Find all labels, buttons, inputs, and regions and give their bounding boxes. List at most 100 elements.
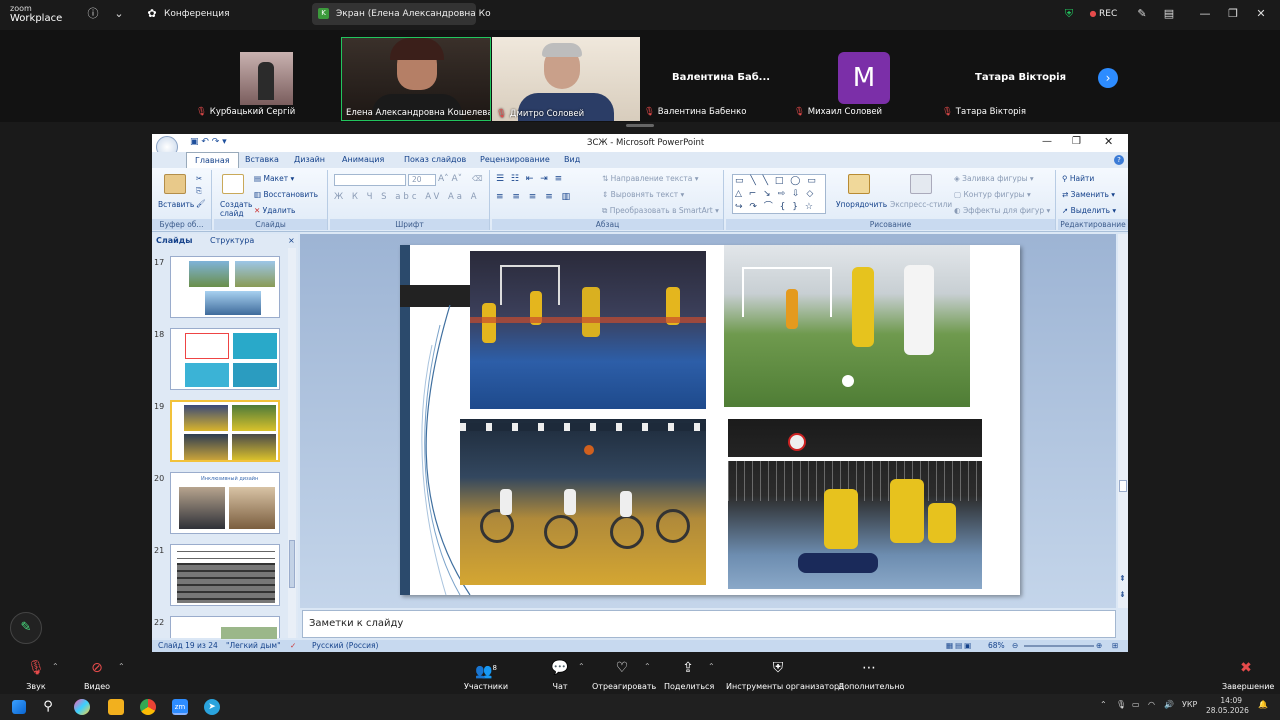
paste-button[interactable]: Вставить xyxy=(158,200,194,209)
pane-close-icon[interactable]: × xyxy=(288,236,295,245)
zoom-in-icon[interactable]: ⊕ xyxy=(1096,641,1102,650)
reset-button[interactable]: ▥ Восстановить xyxy=(254,190,318,199)
shield-icon[interactable]: ⛨ xyxy=(1062,7,1076,21)
tab-view[interactable]: Вид xyxy=(564,155,580,164)
video-options-chevron-icon[interactable]: ⌃ xyxy=(118,662,125,671)
share-options-chevron-icon[interactable]: ⌃ xyxy=(708,662,715,671)
quick-styles-button[interactable]: Экспресс-стили xyxy=(890,200,952,209)
ppt-minimize-icon[interactable]: — xyxy=(1042,136,1052,147)
slide-thumbnail-22[interactable] xyxy=(170,616,280,639)
windows-start-icon[interactable] xyxy=(12,700,26,714)
prev-slide-icon[interactable]: ⇞ xyxy=(1119,574,1126,583)
info-icon[interactable]: ⓘ xyxy=(86,7,100,21)
annotate-pen-button[interactable]: ✎ xyxy=(10,612,42,644)
ppt-restore-icon[interactable]: ❐ xyxy=(1072,136,1081,147)
tray-language[interactable]: УКР xyxy=(1182,700,1197,709)
tray-clock[interactable]: 14:09 28.05.2026 xyxy=(1206,696,1249,716)
tray-volume-icon[interactable]: 🔊 xyxy=(1164,700,1174,709)
ppt-close-icon[interactable]: ✕ xyxy=(1104,135,1113,148)
fit-window-icon[interactable]: ⊞ xyxy=(1112,641,1118,650)
shapes-gallery[interactable]: ▭ ╲ ╲ □ ◯ ▭ △ ⌐ ↘ ⇨ ⇩ ◇ ↪ ↷ ⌒ { } ☆ xyxy=(732,174,826,214)
shape-fill-button[interactable]: ◈ Заливка фигуры ▾ xyxy=(954,174,1034,183)
copilot-icon[interactable] xyxy=(74,699,90,715)
chat-button[interactable]: 💬 Чат xyxy=(548,660,572,691)
quick-access-icons[interactable]: ▣ ↶ ↷ ▾ xyxy=(190,137,227,147)
view-icon[interactable]: ▤ xyxy=(1162,7,1176,21)
font-style-icons[interactable]: Ж К Ч S abc AV Aa A xyxy=(334,192,480,202)
screen-share-tab[interactable]: K Экран (Елена Александровна Ко xyxy=(312,3,491,25)
more-button[interactable]: ⋯ Дополнительно xyxy=(838,660,904,691)
video-button[interactable]: ⊘ Видео xyxy=(84,660,110,691)
quick-styles-icon[interactable] xyxy=(910,174,932,194)
status-zoom[interactable]: 68% xyxy=(988,641,1005,650)
tab-insert[interactable]: Вставка xyxy=(245,155,279,164)
find-button[interactable]: ⚲ Найти xyxy=(1062,174,1094,183)
chrome-icon[interactable] xyxy=(140,699,156,715)
delete-button[interactable]: ✕ Удалить xyxy=(254,206,295,215)
tab-animation[interactable]: Анимация xyxy=(342,155,384,164)
slide-scrollbar[interactable]: ⇞ ⇟ xyxy=(1118,234,1128,608)
spellcheck-icon[interactable]: ✓ xyxy=(290,641,296,650)
clear-format-icon[interactable]: ⌫ xyxy=(472,174,483,183)
restore-icon[interactable]: ❐ xyxy=(1226,7,1240,21)
layout-button[interactable]: ▤ Макет ▾ xyxy=(254,174,294,183)
chat-options-chevron-icon[interactable]: ⌃ xyxy=(578,662,585,671)
align-text-button[interactable]: ⇕ Выровнять текст ▾ xyxy=(602,190,684,199)
end-button[interactable]: ✖ Завершение xyxy=(1222,660,1274,691)
audio-options-chevron-icon[interactable]: ⌃ xyxy=(52,662,59,671)
tray-wifi-icon[interactable]: ◠ xyxy=(1148,700,1155,709)
tray-mic-icon[interactable]: 🎙 xyxy=(1116,700,1126,709)
zoom-out-icon[interactable]: ⊖ xyxy=(1012,641,1018,650)
tab-home[interactable]: Главная xyxy=(186,152,239,168)
help-icon[interactable]: ? xyxy=(1114,155,1124,165)
slide-thumbnail-17[interactable] xyxy=(170,256,280,318)
select-button[interactable]: ➚ Выделить ▾ xyxy=(1062,206,1116,215)
next-slide-icon[interactable]: ⇟ xyxy=(1119,590,1126,599)
smartart-button[interactable]: ⧉ Преобразовать в SmartArt ▾ xyxy=(602,206,719,216)
align-icons[interactable]: ≡ ≡ ≡ ≡ ▥ xyxy=(496,192,573,202)
slide-thumbnail-18[interactable] xyxy=(170,328,280,390)
arrange-button[interactable]: Упорядочить xyxy=(836,200,887,209)
minimize-icon[interactable]: — xyxy=(1198,7,1212,21)
zoom-slider[interactable] xyxy=(1024,645,1094,647)
text-direction-button[interactable]: ⇅ Направление текста ▾ xyxy=(602,174,699,183)
scroll-thumb[interactable] xyxy=(1119,480,1127,492)
tab-design[interactable]: Дизайн xyxy=(294,155,325,164)
host-tools-button[interactable]: ⛨ Инструменты организатора xyxy=(726,660,844,691)
new-slide-button[interactable]: Создать слайд xyxy=(220,200,254,218)
font-name-box[interactable] xyxy=(334,174,406,186)
slide-thumbnail-21[interactable] xyxy=(170,544,280,606)
audio-button[interactable]: 🎙 Звук xyxy=(24,660,48,691)
participant-video-active[interactable]: Елена Александровна Кошелева xyxy=(341,37,491,121)
next-page-button[interactable]: › xyxy=(1098,68,1118,88)
tab-slides[interactable]: Слайды xyxy=(156,236,192,245)
tab-review[interactable]: Рецензирование xyxy=(480,155,550,164)
copy-icon[interactable]: ⎘ xyxy=(196,186,202,196)
view-buttons-icons[interactable]: ▦▤▣ xyxy=(946,641,973,650)
shape-outline-button[interactable]: ▢ Контур фигуры ▾ xyxy=(954,190,1031,199)
scroll-thumb[interactable] xyxy=(289,540,295,588)
status-language[interactable]: Русский (Россия) xyxy=(312,641,378,650)
participant-video-2[interactable]: 🎙 Дмитро Соловей xyxy=(492,37,640,121)
zoom-app-icon[interactable]: zm xyxy=(172,699,188,715)
close-icon[interactable]: ✕ xyxy=(1254,7,1268,21)
tab-slideshow[interactable]: Показ слайдов xyxy=(404,155,466,164)
react-button[interactable]: ♡ Отреагировать xyxy=(592,660,656,691)
meeting-tab[interactable]: Конференция xyxy=(164,9,230,19)
pane-scrollbar[interactable] xyxy=(288,248,296,638)
tab-outline[interactable]: Структура xyxy=(210,236,254,245)
font-size-box[interactable]: 20 xyxy=(408,174,436,186)
tray-chevron-icon[interactable]: ⌃ xyxy=(1100,700,1107,709)
annotate-icon[interactable]: ✎ xyxy=(1135,7,1149,21)
share-button[interactable]: ⇪ Поделиться xyxy=(664,660,714,691)
participants-button[interactable]: 👥8 Участники xyxy=(464,660,508,691)
notes-pane[interactable]: Заметки к слайду xyxy=(302,610,1116,638)
chevron-down-icon[interactable]: ⌄ xyxy=(112,7,126,21)
shape-effects-button[interactable]: ◐ Эффекты для фигур ▾ xyxy=(954,206,1050,215)
search-icon[interactable]: ⚲ xyxy=(40,699,56,715)
new-slide-icon[interactable] xyxy=(222,174,244,194)
file-explorer-icon[interactable] xyxy=(108,699,124,715)
paste-icon[interactable] xyxy=(164,174,186,194)
slide-thumbnail-19[interactable] xyxy=(170,400,280,462)
grow-font-icon[interactable]: A˄ A˅ xyxy=(438,174,462,184)
